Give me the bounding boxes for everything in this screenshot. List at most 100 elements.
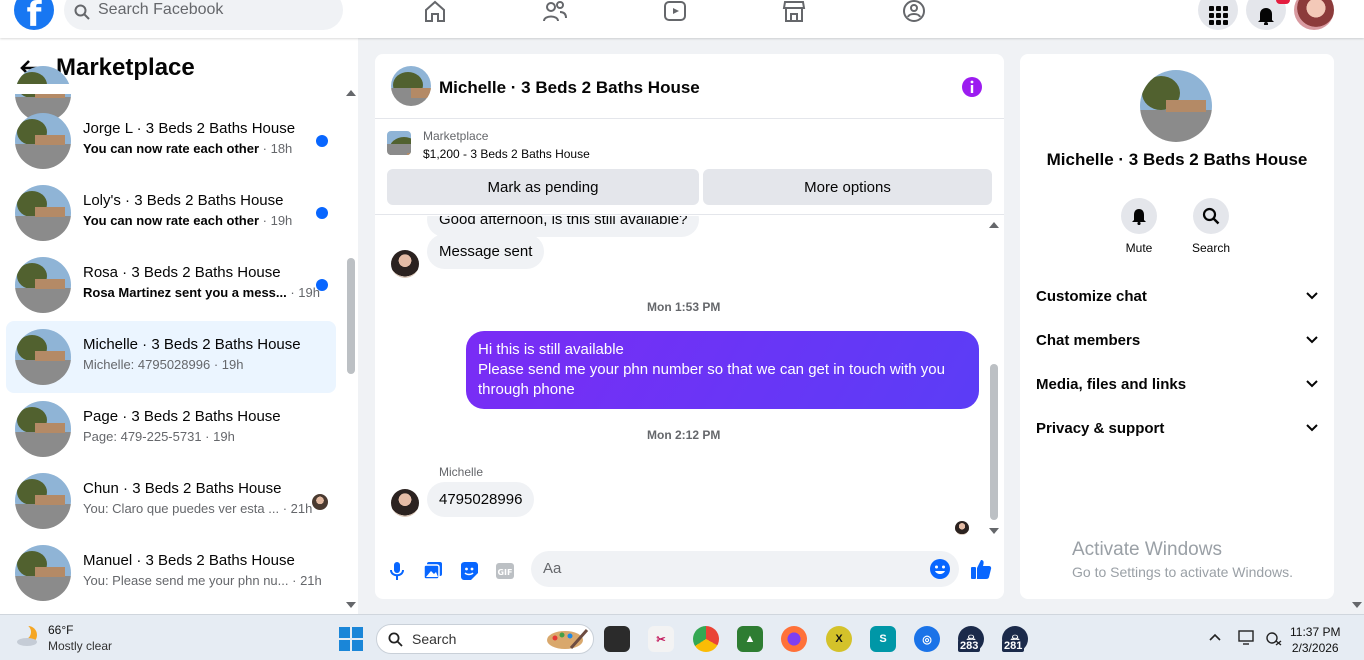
marketplace-icon[interactable]	[774, 0, 814, 22]
home-icon[interactable]	[415, 0, 455, 22]
search-icon	[1202, 207, 1220, 225]
seen-avatar	[312, 494, 328, 510]
taskbar-search[interactable]	[376, 624, 594, 654]
mark-as-pending-button[interactable]: Mark as pending	[387, 169, 699, 205]
gif-icon[interactable]: GIF	[493, 559, 517, 583]
sticker-icon[interactable]	[457, 559, 481, 583]
scroll-up-arrow-icon[interactable]	[989, 222, 999, 228]
message-thread: Good afternoon, is this still available?…	[375, 216, 1004, 541]
conversation-name: Manuel · 3 Beds 2 Baths House	[83, 552, 295, 569]
conversation-item[interactable]: Manuel · 3 Beds 2 Baths House You: Pleas…	[6, 537, 336, 609]
marketplace-inbox-panel: Marketplace Jorge L · 3 Beds 2 Baths Hou…	[0, 38, 358, 614]
windows-start-icon[interactable]	[339, 627, 363, 651]
search-icon	[74, 4, 90, 20]
browser-app-icon[interactable]: ◎	[914, 626, 940, 652]
chevron-down-icon	[1306, 292, 1318, 300]
photo-icon[interactable]	[421, 559, 445, 583]
display-icon[interactable]	[1238, 630, 1256, 646]
listing-price[interactable]: $1,200 - 3 Beds 2 Baths House	[423, 147, 590, 161]
conversation-list-scrollbar[interactable]	[344, 88, 358, 614]
paint-palette-icon	[547, 629, 589, 649]
temperature: 66°F	[48, 623, 74, 637]
script-app-icon[interactable]: S	[870, 626, 896, 652]
conversation-item-active[interactable]: Michelle · 3 Beds 2 Baths House Michelle…	[6, 321, 336, 393]
notifications-icon[interactable]	[1246, 0, 1286, 30]
chat-title[interactable]: Michelle · 3 Beds 2 Baths House	[439, 78, 700, 98]
conversation-item[interactable]: Rosa · 3 Beds 2 Baths House Rosa Martine…	[6, 249, 336, 321]
emoji-icon[interactable]	[929, 558, 951, 580]
scroll-down-arrow-icon[interactable]	[346, 602, 356, 608]
listing-source-label: Marketplace	[423, 129, 489, 143]
conversation-item[interactable]: Jorge L · 3 Beds 2 Baths House You can n…	[6, 105, 336, 177]
conversation-item[interactable]: Page · 3 Beds 2 Baths House Page: 479-22…	[6, 393, 336, 465]
scroll-down-arrow-icon[interactable]	[1352, 602, 1362, 608]
conversation-preview: Rosa Martinez sent you a mess... · 19h	[83, 285, 320, 300]
chrome-icon[interactable]	[693, 626, 719, 652]
chat-details-title: Michelle · 3 Beds 2 Baths House	[1046, 150, 1308, 169]
chat-thumbnail[interactable]	[391, 66, 431, 106]
listing-thumbnail	[15, 545, 71, 601]
conversation-name: Jorge L · 3 Beds 2 Baths House	[83, 120, 296, 137]
system-clock[interactable]: 11:37 PM 2/3/2026	[1290, 624, 1340, 656]
xbox-game-icon[interactable]: X	[826, 626, 852, 652]
task-view-icon[interactable]	[604, 626, 630, 652]
customize-chat-section[interactable]: Customize chat	[1028, 274, 1326, 318]
conversation-name: Michelle · 3 Beds 2 Baths House	[83, 336, 301, 353]
search-label: Search	[1191, 241, 1231, 255]
conversation-preview: Michelle: 4795028996 · 19h	[83, 357, 244, 372]
media-files-links-section[interactable]: Media, files and links	[1028, 362, 1326, 406]
search-in-conversation-button[interactable]: Search	[1181, 198, 1241, 255]
facebook-logo[interactable]: f	[14, 0, 54, 35]
friends-icon[interactable]	[535, 0, 575, 22]
weather-widget[interactable]: 66°F Mostly clear	[14, 623, 112, 653]
message-input-field[interactable]	[531, 551, 959, 587]
search-icon	[388, 632, 403, 647]
scroll-thumb[interactable]	[990, 364, 998, 520]
privacy-support-section[interactable]: Privacy & support	[1028, 406, 1326, 450]
timestamp: Mon 1:53 PM	[647, 300, 721, 314]
scroll-up-arrow-icon[interactable]	[346, 90, 356, 96]
conversation-item[interactable]: Chun · 3 Beds 2 Baths House You: Claro q…	[6, 465, 336, 537]
listing-thumbnail	[15, 473, 71, 529]
account-avatar[interactable]	[1294, 0, 1334, 30]
scroll-down-arrow-icon[interactable]	[989, 528, 999, 534]
chat-panel: Michelle · 3 Beds 2 Baths House Marketpl…	[375, 54, 1004, 599]
message-input[interactable]	[543, 560, 923, 577]
search-input[interactable]	[98, 0, 328, 20]
microphone-icon[interactable]	[385, 559, 409, 583]
conversation-name: Page · 3 Beds 2 Baths House	[83, 408, 281, 425]
page-scrollbar[interactable]	[1350, 38, 1364, 614]
sender-name: Michelle	[439, 465, 484, 479]
sender-avatar	[391, 489, 419, 517]
listing-thumbnail[interactable]	[387, 131, 411, 155]
chevron-down-icon	[1306, 336, 1318, 344]
listing-thumbnail	[15, 257, 71, 313]
chevron-down-icon	[1306, 424, 1318, 432]
more-options-button[interactable]: More options	[703, 169, 992, 205]
message-composer: GIF	[375, 549, 1004, 599]
taskbar-search-input[interactable]	[412, 631, 532, 647]
panel-title: Marketplace	[56, 54, 195, 81]
menu-grid-icon[interactable]	[1198, 0, 1238, 30]
chevron-up-icon[interactable]	[1209, 633, 1221, 641]
chart-app-icon[interactable]: ▲	[737, 626, 763, 652]
unread-dot	[316, 279, 328, 291]
conversation-item[interactable]: Loly's · 3 Beds 2 Baths House You can no…	[6, 177, 336, 249]
conversation-preview: You can now rate each other · 19h	[83, 213, 293, 228]
thumbs-up-icon[interactable]	[969, 557, 993, 581]
mute-button[interactable]: Mute	[1109, 198, 1169, 255]
info-icon[interactable]	[961, 76, 983, 98]
watch-icon[interactable]	[655, 0, 695, 22]
scroll-thumb[interactable]	[347, 258, 355, 374]
chat-members-section[interactable]: Chat members	[1028, 318, 1326, 362]
chat-header: Michelle · 3 Beds 2 Baths House	[375, 54, 1004, 119]
firefox-icon[interactable]	[781, 626, 807, 652]
network-icon[interactable]	[1265, 630, 1283, 646]
facebook-search[interactable]	[64, 0, 343, 30]
snipping-tool-icon[interactable]: ✂	[648, 626, 674, 652]
app-badge: 281	[1002, 640, 1025, 652]
listing-thumbnail	[15, 113, 71, 169]
message-thread-scrollbar[interactable]	[987, 216, 1001, 541]
message-bubble-incoming: Message sent	[427, 234, 545, 269]
groups-icon[interactable]	[894, 0, 934, 22]
